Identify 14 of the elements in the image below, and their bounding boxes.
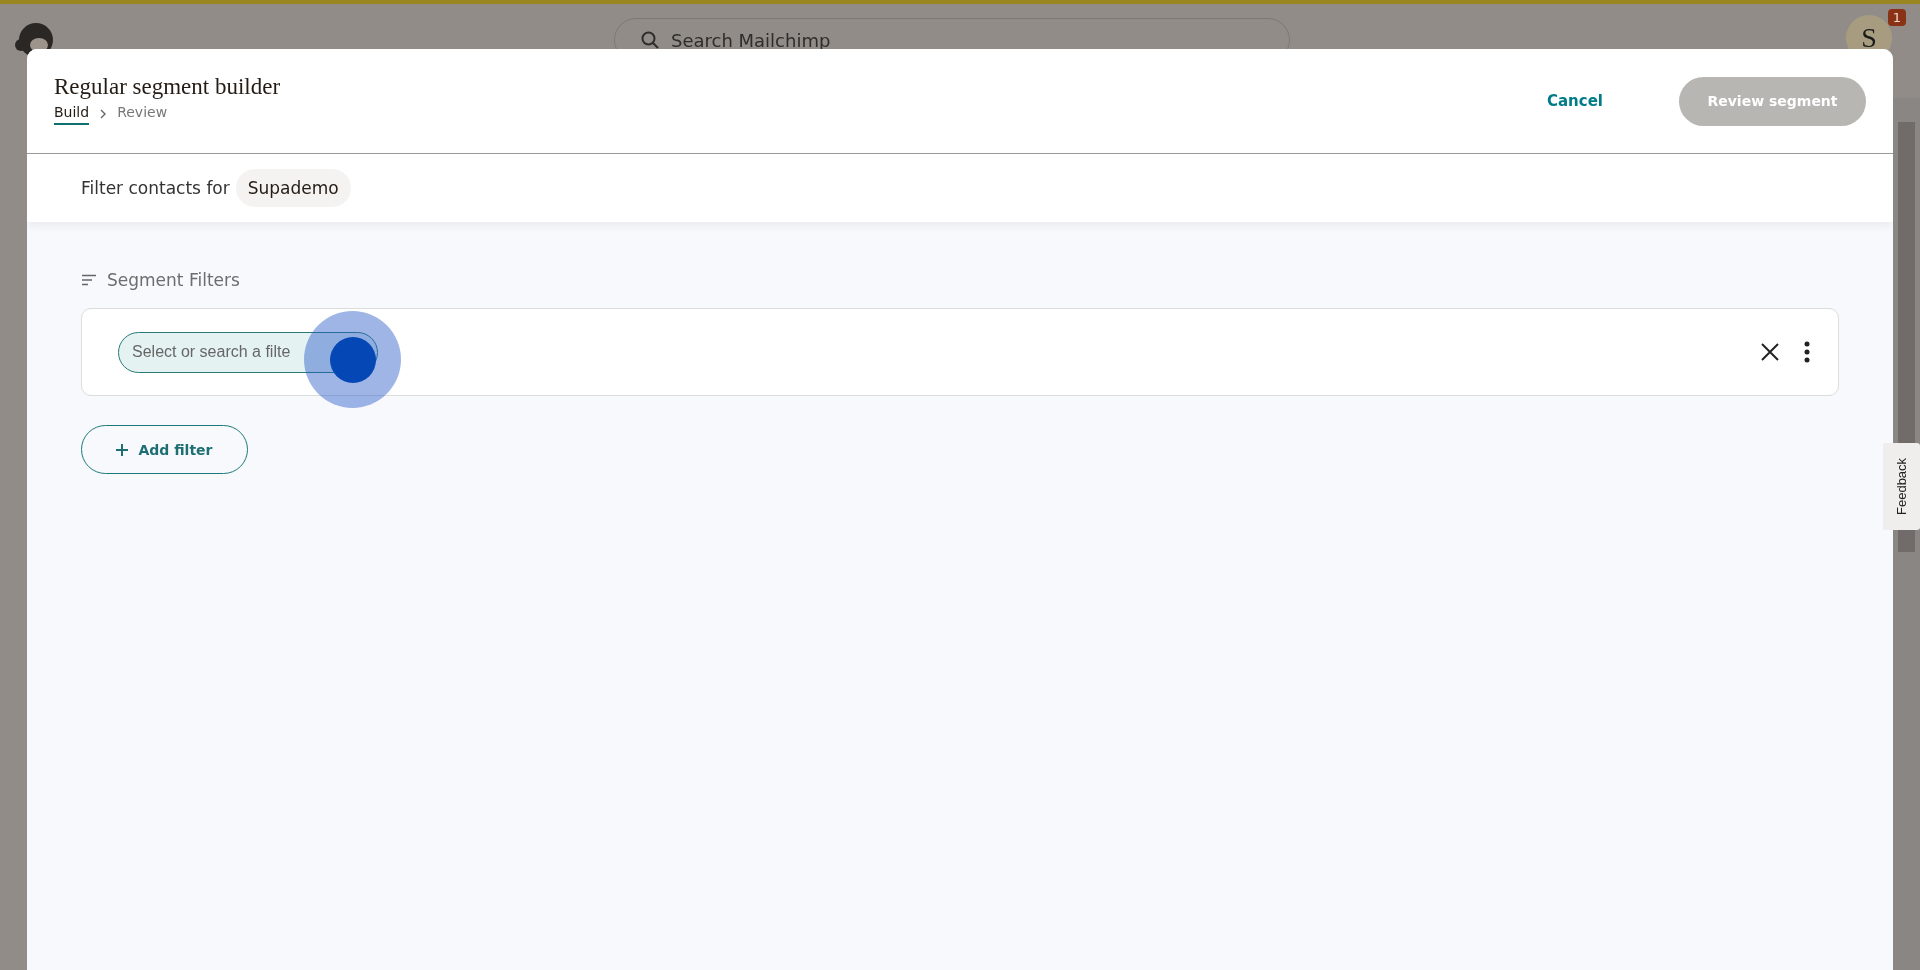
modal-title: Regular segment builder	[54, 73, 281, 100]
cancel-link[interactable]: Cancel	[1547, 92, 1603, 110]
search-icon	[641, 31, 659, 49]
plus-icon	[116, 443, 129, 456]
section-title: Segment Filters	[107, 270, 240, 290]
step-tab[interactable]: Build	[54, 103, 90, 125]
step-tab[interactable]: Review	[117, 103, 168, 125]
notification-badge: 1	[1887, 9, 1906, 26]
feedback-tab[interactable]: Feedback	[1883, 443, 1920, 530]
chevron-right-icon	[99, 109, 108, 119]
search-placeholder: Search Mailchimp	[671, 29, 831, 51]
audience-label: Filter contacts for	[81, 178, 230, 198]
filter-lines-icon	[81, 274, 97, 286]
audience-chip: Supademo	[235, 169, 351, 207]
